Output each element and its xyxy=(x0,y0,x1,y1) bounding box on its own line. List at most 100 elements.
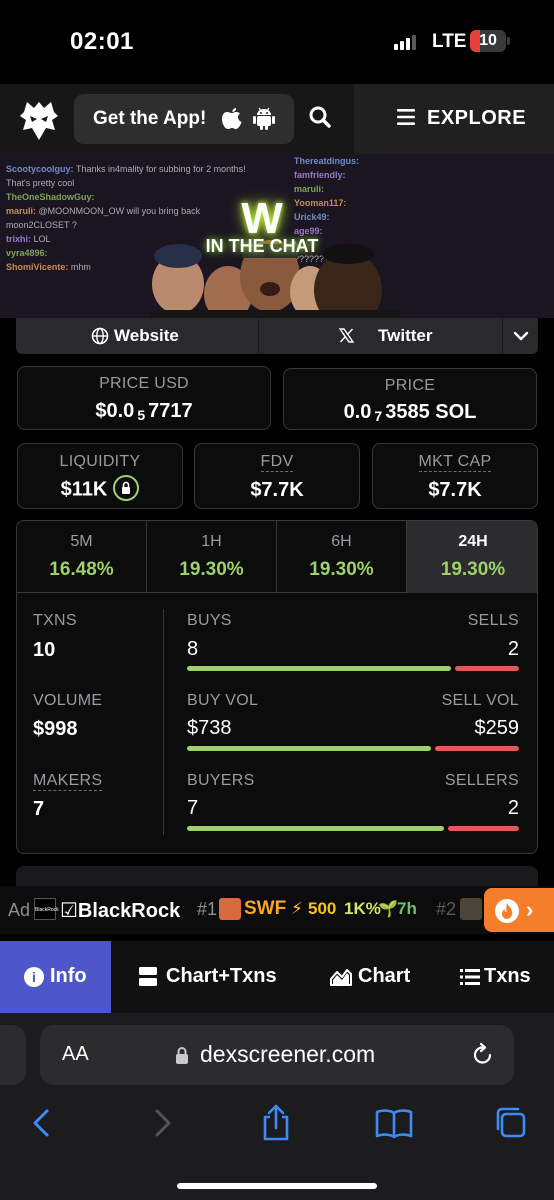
price-sol-label: PRICE xyxy=(384,377,436,394)
more-links-button[interactable] xyxy=(504,318,538,354)
sellers-label: SELLERS xyxy=(444,772,519,789)
price-sol-box: PRICE 0.0 7 3585 SOL xyxy=(283,368,537,430)
tab-txns-label: Txns xyxy=(484,965,531,987)
chat-line: Thereatdingus: xyxy=(294,154,554,168)
bottom-tab-bar: i Info Chart+Txns Chart Txns xyxy=(0,941,554,1013)
chat-message: That's pretty cool xyxy=(6,178,75,188)
website-link[interactable]: Website xyxy=(16,318,259,354)
rank2-token-image xyxy=(460,898,482,920)
home-indicator xyxy=(177,1183,377,1189)
trending-ad-strip[interactable]: Ad BlackRock ☑BlackRock #1 SWF ⚡ 500 1K%… xyxy=(0,886,554,934)
sell-vol-label: SELL VOL xyxy=(441,692,519,709)
status-bar: 02:01 LTE 10 xyxy=(0,0,554,84)
chart-txns-icon xyxy=(139,967,157,986)
get-app-label: Get the App! xyxy=(93,108,207,129)
sprout-icon: 🌱 xyxy=(378,901,398,918)
chevron-right-icon: › xyxy=(526,897,534,922)
back-icon[interactable] xyxy=(22,1103,62,1143)
previous-tab-peek[interactable] xyxy=(0,1025,26,1085)
banner-subtitle: IN THE CHAT xyxy=(205,236,319,256)
chat-username: maruli: xyxy=(294,184,325,194)
get-app-button[interactable]: Get the App! xyxy=(74,94,294,144)
sellers-bar xyxy=(447,826,519,831)
liquidity-box: LIQUIDITY $11K xyxy=(17,443,183,509)
reader-settings-button[interactable]: AA xyxy=(62,1043,89,1066)
buy-vol-label: BUY VOL xyxy=(187,692,259,709)
chat-message: mhm xyxy=(70,262,91,272)
trending-token-1[interactable]: SWF xyxy=(244,898,286,920)
price-usd-label: PRICE USD xyxy=(99,375,189,392)
chat-username: famfriendly: xyxy=(294,170,346,180)
sells-value: 2 xyxy=(507,638,519,660)
buyers-value: 7 xyxy=(187,797,199,819)
twitter-link[interactable]: Twitter xyxy=(260,318,503,354)
tab-24h[interactable]: 24H 19.30% xyxy=(407,521,537,593)
chevron-down-icon xyxy=(513,331,529,341)
fdv-box: FDV $7.7K xyxy=(194,443,360,509)
liquidity-locked-icon[interactable] xyxy=(113,475,140,501)
ad-brand[interactable]: ☑BlackRock xyxy=(60,898,180,923)
signal-icon xyxy=(394,34,420,50)
tab-6h[interactable]: 6H 19.30% xyxy=(277,521,407,593)
stats-card: 5M 16.48% 1H 19.30% 6H 19.30% 24H 19.30%… xyxy=(16,520,538,854)
reload-icon[interactable] xyxy=(470,1042,496,1068)
area-chart-icon xyxy=(330,969,352,986)
twitter-label: Twitter xyxy=(378,326,433,345)
battery-level: 10 xyxy=(479,32,497,49)
sells-label: SELLS xyxy=(467,612,519,629)
sells-bar xyxy=(454,666,519,671)
chat-username: ShomiVicente: xyxy=(6,262,71,272)
liquidity-value: $11K xyxy=(18,475,182,503)
mkt-cap-label[interactable]: MKT CAP xyxy=(418,453,492,472)
sellers-value: 2 xyxy=(507,797,519,819)
trending-rank-1: #1 xyxy=(197,899,218,919)
txns-value: 10 xyxy=(33,639,56,661)
fdv-value: $7.7K xyxy=(250,479,304,501)
globe-icon xyxy=(91,327,109,345)
buys-label: BUYS xyxy=(187,612,232,629)
price-usd-value: $0.0 5 7717 xyxy=(95,400,193,423)
price-usd-box: PRICE USD $0.0 5 7717 xyxy=(17,366,271,430)
dexscreener-logo-icon[interactable] xyxy=(18,98,60,142)
explore-label: EXPLORE xyxy=(427,107,527,129)
info-icon: i xyxy=(24,967,44,987)
browser-toolbar: AA dexscreener.com xyxy=(0,1013,554,1200)
status-time: 02:01 xyxy=(70,28,134,55)
trending-button[interactable]: › xyxy=(484,888,554,932)
trending-rank-2: #2 xyxy=(436,899,457,919)
buyers-bar xyxy=(187,826,444,831)
tab-chart-txns[interactable]: Chart+Txns xyxy=(111,941,304,1013)
menu-icon xyxy=(397,109,415,125)
tab-chart-txns-label: Chart+Txns xyxy=(166,965,277,987)
fdv-label[interactable]: FDV xyxy=(260,453,294,472)
liquidity-label: LIQUIDITY xyxy=(59,453,141,470)
chat-line: That's pretty cool xyxy=(6,176,296,190)
tabs-icon[interactable] xyxy=(492,1103,532,1143)
explore-button[interactable]: EXPLORE xyxy=(354,84,554,154)
bookmarks-icon[interactable] xyxy=(374,1103,414,1143)
tab-chart[interactable]: Chart xyxy=(304,941,432,1013)
network-label: LTE xyxy=(432,31,467,52)
buy-vol-bar xyxy=(187,746,431,751)
blackrock-logo: BlackRock xyxy=(34,898,59,920)
tab-5m[interactable]: 5M 16.48% xyxy=(17,521,147,593)
ad-label: Ad xyxy=(8,900,31,920)
sell-vol-bar xyxy=(434,746,519,751)
search-icon[interactable] xyxy=(305,102,337,134)
tab-1h[interactable]: 1H 19.30% xyxy=(147,521,277,593)
fire-icon xyxy=(495,899,519,923)
battery-icon: 10 xyxy=(470,30,506,52)
volume-label: VOLUME xyxy=(33,692,103,709)
forward-icon[interactable] xyxy=(142,1103,182,1143)
lock-icon xyxy=(176,1047,188,1064)
buys-value: 8 xyxy=(187,638,199,660)
buys-bar xyxy=(187,666,451,671)
x-icon xyxy=(339,328,354,343)
address-bar[interactable]: AA dexscreener.com xyxy=(40,1025,514,1085)
sell-vol-value: $259 xyxy=(474,717,520,739)
makers-label[interactable]: MAKERS xyxy=(33,772,103,791)
tab-txns[interactable]: Txns xyxy=(432,941,554,1013)
share-icon[interactable] xyxy=(256,1103,296,1143)
chat-message: Thanks in4mality for subbing for 2 month… xyxy=(76,164,246,174)
tab-info[interactable]: i Info xyxy=(0,941,111,1013)
